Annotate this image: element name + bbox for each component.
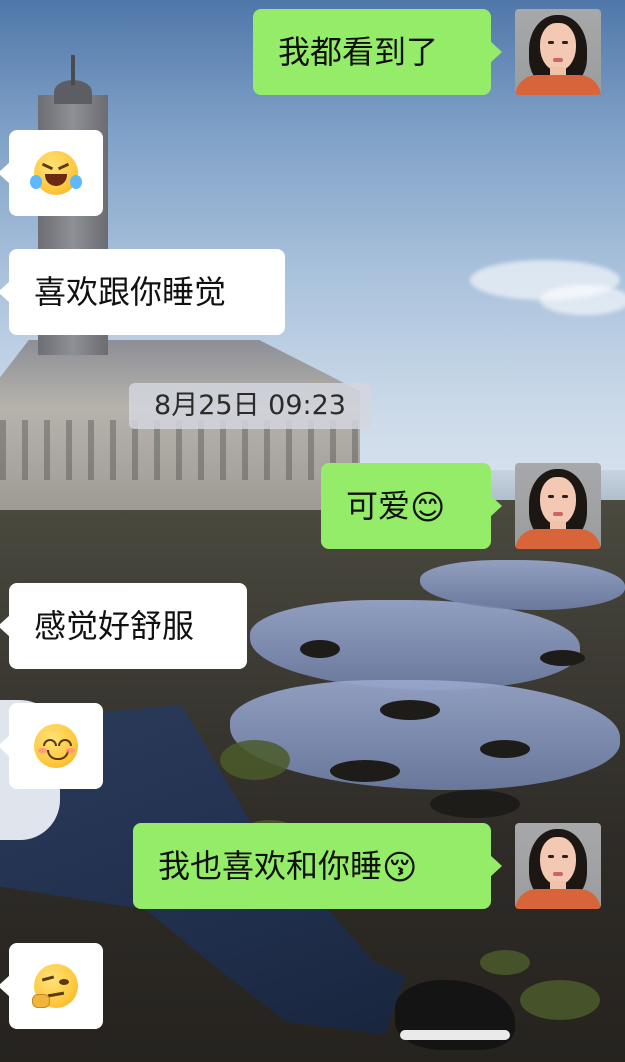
smiling-face-icon [34, 724, 78, 768]
incoming-message-bubble[interactable] [0, 703, 103, 789]
my-avatar[interactable] [515, 823, 601, 909]
incoming-message-bubble[interactable]: 喜欢跟你睡觉 [0, 249, 285, 335]
message-text: 我都看到了 [278, 33, 439, 71]
message-text: 喜欢跟你睡觉 [34, 273, 227, 311]
smiling-face-icon: 😊 [410, 488, 446, 528]
outgoing-message-bubble[interactable]: 我都看到了 [253, 9, 502, 95]
thinking-face-icon [32, 964, 78, 1008]
outgoing-message-bubble[interactable]: 可爱😊 [321, 463, 502, 549]
timestamp-label: 8月25日 09:23 [129, 383, 371, 429]
incoming-message-bubble[interactable] [0, 130, 103, 216]
outgoing-message-bubble[interactable]: 我也喜欢和你睡😚 [133, 823, 502, 909]
incoming-message-bubble[interactable] [0, 943, 103, 1029]
my-avatar[interactable] [515, 463, 601, 549]
message-text: 感觉好舒服 [34, 607, 195, 645]
my-avatar[interactable] [515, 9, 601, 95]
message-text: 可爱 [346, 487, 411, 525]
kissing-face-icon: 😚 [382, 848, 418, 888]
rolling-on-floor-laughing-icon [30, 151, 82, 195]
message-text: 我也喜欢和你睡 [158, 847, 383, 885]
incoming-message-bubble[interactable]: 感觉好舒服 [0, 583, 247, 669]
